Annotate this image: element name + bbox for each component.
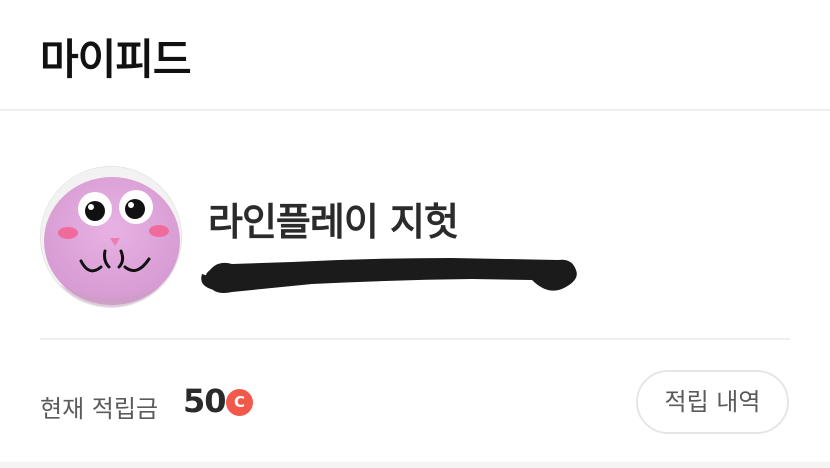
points-history-button[interactable]: 적립 내역	[636, 370, 789, 434]
points-label: 현재 적립금	[40, 395, 159, 423]
section-separator	[0, 462, 830, 468]
nickname: 라인플레이 지헛	[208, 200, 459, 244]
divider	[40, 338, 790, 340]
header: 마이피드	[0, 0, 830, 111]
avatar[interactable]	[40, 166, 182, 308]
pink-cat-avatar-icon	[41, 167, 181, 307]
coin-icon: C	[226, 389, 253, 416]
points-value: 50	[183, 382, 227, 420]
redacted-text	[201, 258, 577, 293]
page-title: 마이피드	[40, 35, 192, 84]
points-row: 현재 적립금 50 C 적립 내역	[0, 341, 830, 462]
profile-section: 라인플레이 지헛	[0, 113, 830, 339]
